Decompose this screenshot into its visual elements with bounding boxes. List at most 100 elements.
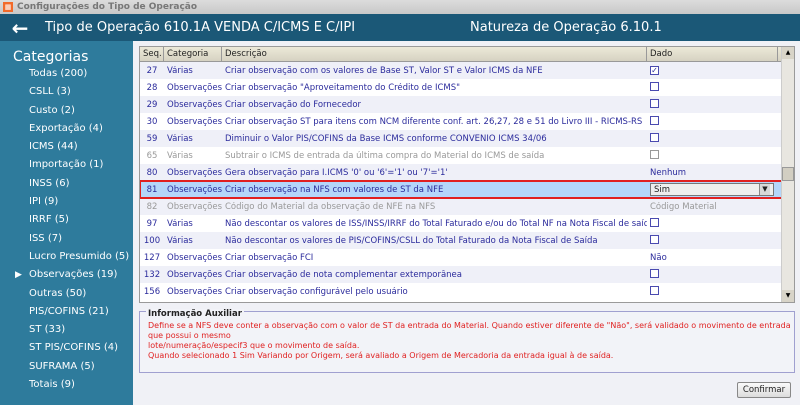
sidebar-item[interactable]: PIS/COFINS (21): [0, 303, 133, 321]
col-seq[interactable]: Seq.: [140, 47, 164, 61]
cell-seq: 156: [143, 286, 161, 297]
cell-desc: Criar observação configurável pelo usuár…: [225, 286, 408, 297]
table-row[interactable]: 127 Observações Criar observação FCI Não: [140, 249, 794, 266]
col-categoria[interactable]: Categoria: [164, 47, 222, 61]
table-row[interactable]: 65 Várias Subtrair o ICMS de entrada da úl…: [140, 147, 794, 164]
col-dado[interactable]: Dado: [647, 47, 778, 61]
scroll-up-icon[interactable]: ▲: [782, 47, 794, 59]
table-row[interactable]: 81 Observações Criar observação na NFS com…: [140, 180, 794, 199]
cell-cat: Várias: [167, 133, 193, 144]
info-title: Informação Auxiliar: [146, 309, 244, 319]
table-row[interactable]: 132 Observações Criar observação de nota c…: [140, 266, 794, 283]
cell-cat: Observações: [167, 252, 222, 263]
cell-seq: 28: [146, 82, 158, 93]
sidebar-item[interactable]: ICMS (44): [0, 138, 133, 156]
sidebar-item[interactable]: ST PIS/COFINS (4): [0, 339, 133, 357]
sidebar-item[interactable]: Custo (2): [0, 102, 133, 120]
sidebar-item-label: SUFRAMA (5): [29, 360, 95, 372]
cell-desc: Criar observação ST para itens com NCM d…: [225, 116, 643, 127]
checkbox[interactable]: [650, 98, 659, 108]
cell-dado: [647, 98, 778, 111]
cell-dado: Nenhum: [647, 168, 778, 178]
cell-seq: 82: [146, 201, 158, 212]
sidebar-item-label: CSLL (3): [29, 86, 71, 98]
chevron-down-icon[interactable]: ▼: [759, 184, 770, 195]
scroll-thumb[interactable]: [782, 167, 794, 181]
dado-value[interactable]: Código Material: [650, 202, 717, 212]
window-titlebar: ▦ Configurações do Tipo de Operação: [0, 0, 800, 14]
cell-cat: Observações: [167, 269, 222, 280]
cell-cat: Observações: [167, 116, 222, 127]
col-descricao[interactable]: Descrição: [222, 47, 647, 61]
sidebar-item-label: ST PIS/COFINS (4): [29, 342, 119, 354]
sidebar-item-label: ISS (7): [29, 232, 62, 244]
sidebar-item[interactable]: Outras (50): [0, 285, 133, 303]
checkbox[interactable]: [650, 81, 659, 91]
checkbox[interactable]: ✓: [650, 65, 659, 75]
sidebar-item[interactable]: Importação (1): [0, 156, 133, 174]
cell-dado: [647, 268, 778, 281]
cell-dado: [647, 149, 778, 162]
main-panel: Seq. Categoria Descrição Dado 27 Várias Cr…: [133, 41, 800, 405]
cell-dado: [647, 285, 778, 298]
table-row[interactable]: 27 Várias Criar observação com os valores …: [140, 62, 794, 79]
cell-cat: Observações: [167, 286, 222, 297]
checkbox[interactable]: [650, 217, 659, 227]
table-row[interactable]: 100 Várias Não descontar os valores de PIS…: [140, 232, 794, 249]
dado-value[interactable]: Nenhum: [650, 168, 686, 178]
sidebar-item-label: Lucro Presumido (5): [29, 250, 130, 262]
scroll-down-icon[interactable]: ▼: [782, 290, 794, 302]
sidebar-item[interactable]: SUFRAMA (5): [0, 358, 133, 376]
table-row[interactable]: 97 Várias Não descontar os valores de ISS/…: [140, 215, 794, 232]
cell-dado: [647, 217, 778, 230]
cell-desc: Não descontar os valores de ISS/INSS/IRR…: [225, 218, 647, 229]
sidebar-item[interactable]: IRRF (5): [0, 211, 133, 229]
cell-dado: Sim ▼: [647, 183, 778, 196]
cell-desc: Código do Material da observação de NFE …: [225, 201, 436, 212]
table-row[interactable]: 59 Várias Diminuir o Valor PIS/COFINS da B…: [140, 130, 794, 147]
cell-seq: 59: [146, 133, 158, 144]
sidebar-item-label: INSS (6): [29, 177, 70, 189]
table-row[interactable]: 82 Observações Código do Material da obser…: [140, 198, 794, 215]
cell-dado: [647, 115, 778, 128]
table-row[interactable]: 156 Observações Criar observação configurá…: [140, 283, 794, 300]
confirm-button[interactable]: Confirmar: [737, 382, 791, 398]
table-row[interactable]: 80 Observações Gera observação para I.ICMS…: [140, 164, 794, 181]
sidebar-item[interactable]: Exportação (4): [0, 120, 133, 138]
dado-select[interactable]: Sim ▼: [650, 183, 774, 196]
sidebar-item[interactable]: Todas (200): [0, 65, 133, 83]
sidebar-item[interactable]: Totais (9): [0, 376, 133, 394]
checkbox[interactable]: [650, 132, 659, 142]
sidebar-item[interactable]: ISS (7): [0, 230, 133, 248]
cell-cat: Várias: [167, 235, 193, 246]
cell-seq: 132: [143, 269, 161, 280]
sidebar-item-label: Totais (9): [29, 379, 75, 391]
sidebar-item[interactable]: ST (33): [0, 321, 133, 339]
table-row[interactable]: 30 Observações Criar observação ST para it…: [140, 113, 794, 130]
cell-cat: Observações: [167, 184, 222, 195]
sidebar-item-label: ICMS (44): [29, 141, 78, 153]
selected-arrow-icon: ▶: [15, 270, 22, 281]
sidebar-item[interactable]: ▶ Observações (19): [0, 266, 133, 284]
cell-desc: Criar observação na NFS com valores de S…: [225, 184, 444, 195]
checkbox[interactable]: [650, 234, 659, 244]
sidebar-item-label: Observações (19): [29, 269, 118, 281]
sidebar-item[interactable]: INSS (6): [0, 175, 133, 193]
checkbox[interactable]: [650, 285, 659, 295]
dado-value[interactable]: Não: [650, 253, 667, 263]
cell-dado: [647, 81, 778, 94]
sidebar-item[interactable]: CSLL (3): [0, 83, 133, 101]
checkbox[interactable]: [650, 149, 659, 159]
sidebar-item-label: IPI (9): [29, 196, 59, 208]
vertical-scrollbar[interactable]: ▲ ▼: [781, 47, 794, 302]
checkbox[interactable]: [650, 115, 659, 125]
cell-cat: Várias: [167, 150, 193, 161]
table-row[interactable]: 28 Observações Criar observação "Aproveita…: [140, 79, 794, 96]
cell-seq: 127: [143, 252, 161, 263]
sidebar-item[interactable]: IPI (9): [0, 193, 133, 211]
checkbox[interactable]: [650, 268, 659, 278]
table-row[interactable]: 29 Observações Criar observação do Fornece…: [140, 96, 794, 113]
sidebar-item-label: Exportação (4): [29, 122, 103, 134]
back-arrow-icon[interactable]: ←: [0, 16, 40, 40]
sidebar-item[interactable]: Lucro Presumido (5): [0, 248, 133, 266]
